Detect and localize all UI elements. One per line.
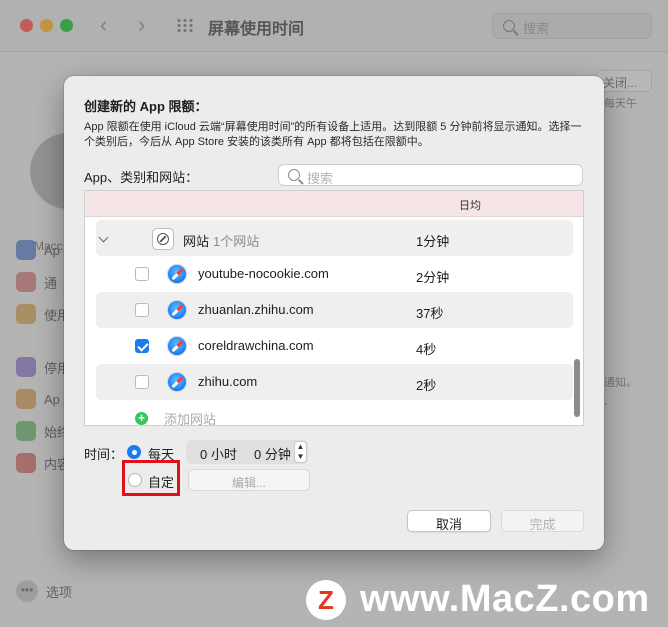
search-icon bbox=[288, 169, 300, 181]
add-website-button[interactable]: + 添加网站 bbox=[135, 409, 217, 426]
chevron-down-icon[interactable] bbox=[98, 232, 109, 243]
time-label: 时间： bbox=[84, 447, 124, 462]
table-scrollbar[interactable] bbox=[574, 359, 580, 417]
watermark: Z www.MacZ.com bbox=[306, 578, 650, 621]
watermark-text: www.MacZ.com bbox=[360, 578, 650, 620]
daily-radio[interactable] bbox=[127, 445, 141, 459]
site-name: zhuanlan.zhihu.com bbox=[198, 302, 314, 317]
hours-value[interactable]: 0 小时 bbox=[200, 444, 237, 463]
done-button[interactable]: 完成 bbox=[501, 510, 584, 532]
table-row[interactable]: zhuanlan.zhihu.com 37秒 bbox=[96, 292, 573, 328]
site-daily-average: 37秒 bbox=[416, 306, 444, 321]
highlight-box bbox=[122, 460, 180, 496]
sheet-title: 创建新的 App 限额： bbox=[84, 99, 208, 114]
add-website-label: 添加网站 bbox=[164, 412, 217, 426]
websites-group-row[interactable]: 网站 1个网站 1分钟 bbox=[96, 220, 573, 256]
safari-icon bbox=[167, 264, 187, 284]
minutes-value[interactable]: 0 分钟 bbox=[254, 444, 291, 463]
group-daily-average: 1分钟 bbox=[416, 234, 450, 249]
create-app-limit-sheet: 创建新的 App 限额： App 限额在使用 iCloud 云端“屏幕使用时间”… bbox=[64, 76, 604, 550]
macz-logo-icon: Z bbox=[306, 579, 346, 620]
safari-icon bbox=[167, 336, 187, 356]
site-name: zhihu.com bbox=[198, 374, 258, 389]
site-name: coreldrawchina.com bbox=[198, 338, 314, 353]
site-checkbox[interactable] bbox=[135, 375, 149, 389]
stepper-arrows-icon[interactable]: ▲ ▼ bbox=[294, 441, 307, 463]
compass-icon bbox=[152, 228, 174, 250]
safari-icon bbox=[167, 300, 187, 320]
group-count: 1个网站 bbox=[213, 234, 260, 249]
site-checkbox-checked[interactable] bbox=[135, 339, 149, 353]
apps-section-label: App、类别和网站： bbox=[84, 170, 199, 185]
edit-button[interactable]: 编辑... bbox=[188, 469, 310, 491]
apps-table: 日均 网站 1个网站 1分钟 youtube-nocookie.com 2分钟 … bbox=[84, 190, 584, 426]
site-daily-average: 4秒 bbox=[416, 342, 437, 357]
site-checkbox[interactable] bbox=[135, 303, 149, 317]
site-checkbox[interactable] bbox=[135, 267, 149, 281]
table-header: 日均 bbox=[85, 191, 583, 217]
plus-icon: + bbox=[135, 412, 148, 425]
cancel-button[interactable]: 取消 bbox=[407, 510, 491, 532]
site-name: youtube-nocookie.com bbox=[198, 266, 329, 281]
table-row[interactable]: youtube-nocookie.com 2分钟 bbox=[96, 256, 573, 292]
safari-icon bbox=[167, 372, 187, 392]
group-name: 网站 bbox=[183, 234, 210, 249]
apps-search-placeholder: 搜索 bbox=[307, 171, 334, 186]
site-daily-average: 2分钟 bbox=[416, 270, 450, 285]
table-row[interactable]: zhihu.com 2秒 bbox=[96, 364, 573, 400]
daily-average-column-header[interactable]: 日均 bbox=[459, 197, 481, 213]
apps-search-field[interactable]: 搜索 bbox=[278, 164, 583, 186]
time-limit-stepper[interactable]: 0 小时 0 分钟 bbox=[186, 440, 308, 464]
site-daily-average: 2秒 bbox=[416, 378, 437, 393]
sheet-description: App 限额在使用 iCloud 云端“屏幕使用时间”的所有设备上适用。达到限额… bbox=[84, 121, 582, 148]
table-row[interactable]: coreldrawchina.com 4秒 bbox=[96, 328, 573, 364]
